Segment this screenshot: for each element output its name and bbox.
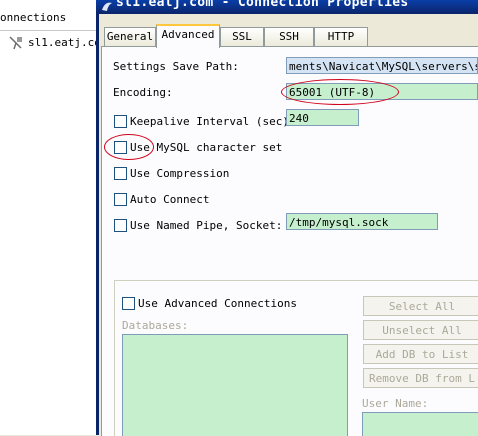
unselect-all-button[interactable]: Unselect All — [363, 320, 478, 340]
dolphin-icon — [102, 2, 112, 11]
named-pipe-checkbox[interactable] — [114, 219, 127, 232]
connection-icon — [9, 36, 22, 50]
use-advanced-connections-label: Use Advanced Connections — [138, 297, 297, 310]
named-pipe-socket-input[interactable]: /tmp/mysql.sock — [286, 213, 438, 230]
auto-connect-checkbox[interactable] — [114, 193, 127, 206]
settings-save-path-field[interactable]: ments\Navicat\MySQL\servers\sl1 — [286, 57, 478, 74]
user-name-input[interactable] — [362, 412, 478, 436]
tab-ssl[interactable]: SSL — [220, 27, 264, 47]
use-mysql-charset-checkbox[interactable] — [114, 141, 127, 154]
connection-tree-panel — [0, 0, 96, 435]
select-all-button[interactable]: Select All — [363, 296, 478, 316]
tab-http[interactable]: HTTP — [314, 27, 368, 47]
use-advanced-connections-checkbox[interactable] — [122, 297, 135, 310]
dialog-titlebar[interactable]: sl1.eatj.com - Connection Properties — [96, 0, 478, 14]
auto-connect-label: Auto Connect — [130, 193, 210, 206]
databases-list[interactable] — [122, 334, 348, 436]
add-db-to-list-button[interactable]: Add DB to List — [363, 344, 478, 364]
connections-header: onnections — [0, 11, 67, 24]
user-name-label: User Name: — [362, 397, 429, 410]
remove-db-from-list-button[interactable]: Remove DB from L — [363, 368, 478, 388]
encoding-select[interactable]: 65001 (UTF-8) — [286, 83, 478, 100]
named-pipe-label: Use Named Pipe, Socket: — [130, 219, 283, 232]
keepalive-label: Keepalive Interval (sec): — [130, 115, 296, 128]
tab-ssh[interactable]: SSH — [264, 27, 314, 47]
keepalive-interval-input[interactable]: 240 — [286, 109, 359, 126]
tab-advanced[interactable]: Advanced — [156, 24, 220, 48]
encoding-label: Encoding: — [113, 86, 173, 99]
connection-item[interactable]: sl1.eatj.com — [4, 35, 107, 51]
use-compression-label: Use Compression — [130, 167, 230, 180]
databases-label: Databases: — [122, 319, 189, 332]
keepalive-checkbox[interactable] — [114, 115, 127, 128]
use-compression-checkbox[interactable] — [114, 167, 127, 180]
settings-save-path-label: Settings Save Path: — [113, 60, 239, 73]
divider — [0, 30, 96, 31]
tab-general[interactable]: General — [104, 27, 156, 47]
use-mysql-charset-label: Use MySQL character set — [130, 141, 283, 154]
dialog-title: sl1.eatj.com - Connection Properties — [116, 0, 409, 10]
